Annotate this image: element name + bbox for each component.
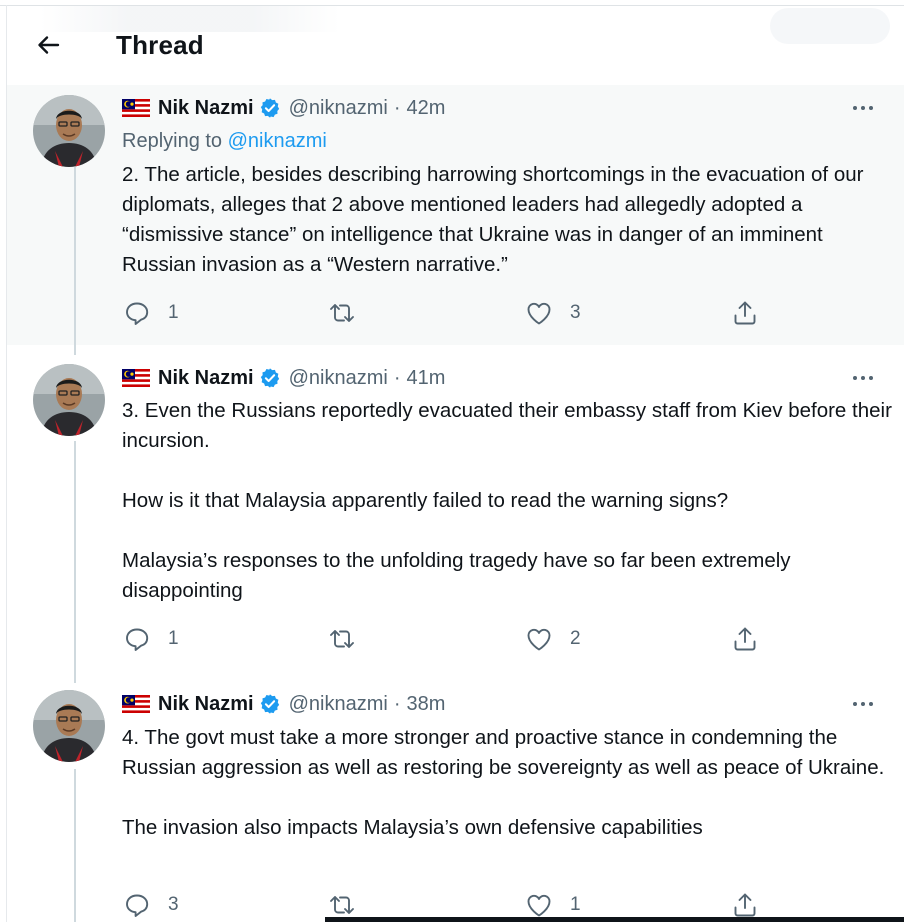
share-button[interactable]: [730, 624, 760, 654]
reply-count: 1: [168, 628, 179, 649]
tweet-text: 4. The govt must take a more stronger an…: [122, 723, 892, 843]
author-handle[interactable]: @niknazmi: [289, 97, 388, 120]
tweet[interactable]: Nik Nazmi @niknazmi · 42m Replying to @n…: [7, 85, 904, 345]
retweet-button[interactable]: [327, 298, 373, 328]
tweet-paragraph: 2. The article, besides describing harro…: [122, 163, 864, 276]
avatar[interactable]: [33, 690, 105, 762]
tweet-timestamp[interactable]: 38m: [406, 693, 445, 716]
verified-badge-icon: [260, 694, 279, 714]
share-button[interactable]: [730, 298, 760, 328]
author-name[interactable]: Nik Nazmi: [158, 97, 254, 120]
malaysia-flag-icon: [122, 99, 150, 117]
share-icon: [734, 893, 756, 917]
tweet-paragraph: 3. Even the Russians reportedly evacuate…: [122, 399, 892, 452]
author-handle[interactable]: @niknazmi: [289, 367, 388, 390]
malaysia-flag-icon: [122, 695, 150, 713]
author-name[interactable]: Nik Nazmi: [158, 367, 254, 390]
tweet-timestamp[interactable]: 42m: [406, 97, 445, 120]
thread-connector: [74, 345, 76, 355]
tweet[interactable]: Nik Nazmi @niknazmi · 41m 3. Even the Ru…: [7, 345, 904, 671]
separator-dot: ·: [393, 692, 401, 715]
tweet-actions: 3 1: [122, 890, 762, 920]
like-count: 2: [570, 628, 581, 649]
reply-button[interactable]: 3: [122, 890, 179, 920]
reply-count: 1: [168, 302, 179, 323]
retweet-button[interactable]: [327, 890, 373, 920]
tweet-paragraph: The invasion also impacts Malaysia’s own…: [122, 816, 703, 839]
tweet-header: Nik Nazmi @niknazmi · 41m: [122, 364, 445, 392]
heart-icon: [527, 894, 551, 917]
reply-button[interactable]: 1: [122, 298, 179, 328]
tweet[interactable]: Nik Nazmi @niknazmi · 38m 4. The govt mu…: [7, 671, 904, 922]
thread-header: Thread: [7, 6, 904, 85]
thread-connector: [74, 671, 76, 683]
like-count: 3: [570, 302, 581, 323]
separator-dot: ·: [393, 96, 401, 119]
more-options-icon: [853, 376, 873, 380]
separator-dot: ·: [393, 366, 401, 389]
like-count: 1: [570, 894, 581, 915]
more-options-button[interactable]: [846, 364, 880, 392]
bottom-edge-bar: [325, 917, 904, 922]
author-name[interactable]: Nik Nazmi: [158, 693, 254, 716]
tweet-paragraph: 4. The govt must take a more stronger an…: [122, 726, 885, 779]
thread-connector: [74, 769, 76, 922]
heart-icon: [527, 302, 551, 325]
reply-button[interactable]: 1: [122, 624, 179, 654]
replying-prefix: Replying to: [122, 130, 223, 152]
author-handle[interactable]: @niknazmi: [289, 693, 388, 716]
tweet-paragraph: How is it that Malaysia apparently faile…: [122, 489, 729, 512]
thread-connector: [74, 167, 76, 345]
tweet-paragraph: Malaysia’s responses to the unfolding tr…: [122, 549, 791, 602]
retweet-button[interactable]: [327, 624, 373, 654]
like-button[interactable]: 3: [524, 298, 581, 328]
like-button[interactable]: 2: [524, 624, 581, 654]
back-button[interactable]: [31, 28, 65, 62]
tweet-header: Nik Nazmi @niknazmi · 42m: [122, 94, 445, 122]
reply-count: 3: [168, 894, 179, 915]
replying-to: Replying to @niknazmi: [122, 130, 327, 153]
retweet-icon: [330, 304, 354, 322]
tweet-text: 3. Even the Russians reportedly evacuate…: [122, 396, 892, 606]
tweet-header: Nik Nazmi @niknazmi · 38m: [122, 690, 445, 718]
more-options-icon: [853, 702, 873, 706]
tweet-actions: 1 3: [122, 298, 762, 328]
more-options-icon: [853, 106, 873, 110]
share-button[interactable]: [730, 890, 760, 920]
avatar[interactable]: [33, 95, 105, 167]
verified-badge-icon: [260, 368, 279, 388]
tweet-timestamp[interactable]: 41m: [406, 367, 445, 390]
more-options-button[interactable]: [846, 690, 880, 718]
avatar[interactable]: [33, 364, 105, 436]
more-options-button[interactable]: [846, 94, 880, 122]
verified-badge-icon: [260, 98, 279, 118]
reply-icon: [126, 302, 149, 325]
share-icon: [734, 301, 756, 325]
share-icon: [734, 627, 756, 651]
tweet-text: 2. The article, besides describing harro…: [122, 160, 892, 280]
tweet-actions: 1 2: [122, 624, 762, 654]
malaysia-flag-icon: [122, 369, 150, 387]
replying-handle-link[interactable]: @niknazmi: [228, 130, 327, 152]
arrow-left-icon: [38, 36, 60, 54]
reply-icon: [126, 628, 149, 651]
thread-connector: [74, 441, 76, 671]
retweet-icon: [330, 896, 354, 914]
reply-icon: [126, 894, 149, 917]
page-title: Thread: [116, 30, 204, 60]
retweet-icon: [330, 630, 354, 648]
heart-icon: [527, 628, 551, 651]
like-button[interactable]: 1: [524, 890, 581, 920]
